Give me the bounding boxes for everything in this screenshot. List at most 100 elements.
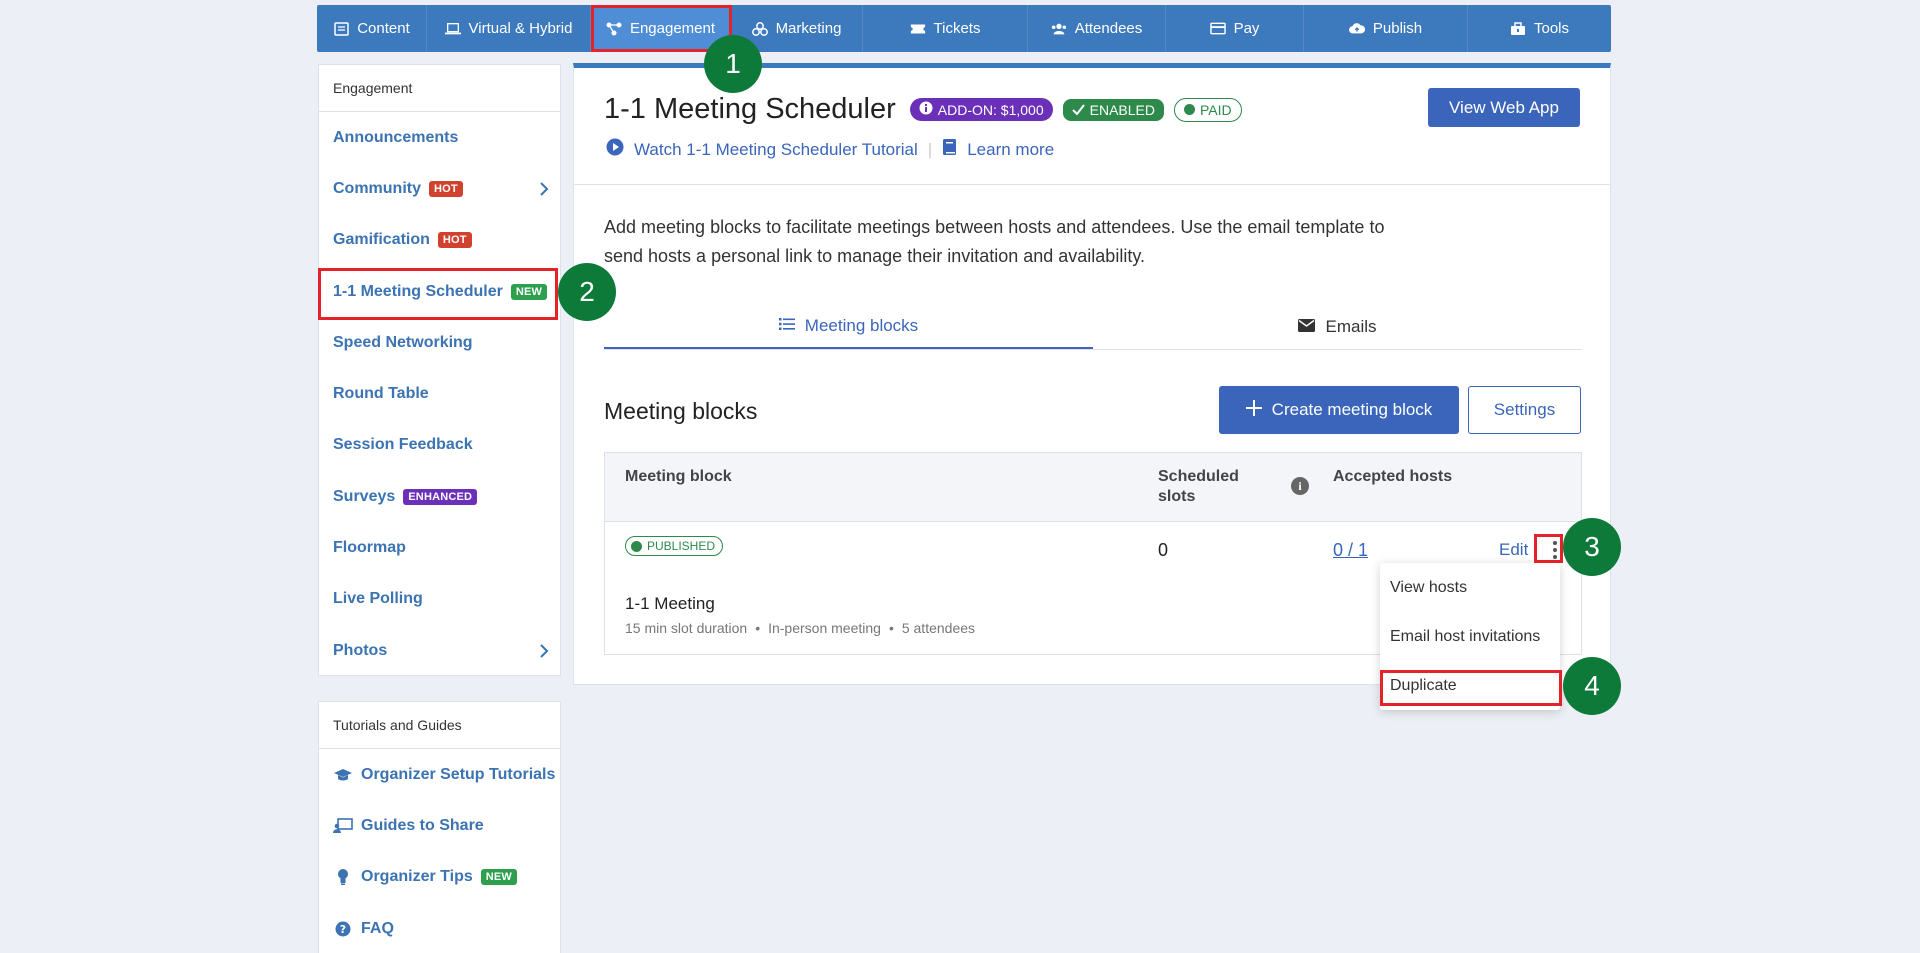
nav-pay[interactable]: Pay xyxy=(1166,5,1304,52)
paid-label: PAID xyxy=(1199,101,1232,118)
page-title: 1-1 Meeting Scheduler xyxy=(604,93,896,125)
tab-label: Emails xyxy=(1325,316,1377,336)
meta-bullet: • xyxy=(755,620,761,636)
info-icon xyxy=(919,101,933,118)
nav-attendees-label: Attendees xyxy=(1074,20,1143,37)
sidebar-item-faq[interactable]: ? FAQ xyxy=(319,903,560,953)
sidebar-item-round-table[interactable]: Round Table xyxy=(319,368,560,419)
tab-meeting-blocks[interactable]: Meeting blocks xyxy=(604,304,1093,349)
edit-link[interactable]: Edit xyxy=(1499,540,1528,560)
sidebar-item-label: Gamification xyxy=(333,231,430,249)
sidebar-item-live-polling[interactable]: Live Polling xyxy=(319,574,560,625)
meta-duration: 15 min slot duration xyxy=(625,620,748,636)
nav-tickets[interactable]: Tickets xyxy=(863,5,1028,52)
newspaper-icon xyxy=(333,21,349,37)
chevron-right-icon[interactable] xyxy=(536,643,552,659)
sidebar-item-label: Photos xyxy=(333,641,388,659)
sidebar-item-label: Round Table xyxy=(333,385,429,403)
view-web-app-button[interactable]: View Web App xyxy=(1428,88,1580,127)
top-nav: Content Virtual & Hybrid Engagement Mark… xyxy=(317,5,1611,52)
sidebar-item-label: Session Feedback xyxy=(333,436,473,454)
col-accepted-hosts: Accepted hosts xyxy=(1333,468,1453,485)
sidebar-item-announcements[interactable]: Announcements xyxy=(319,112,560,163)
nav-tickets-label: Tickets xyxy=(933,20,981,37)
sidebar-item-speed-networking[interactable]: Speed Networking xyxy=(319,317,560,368)
credit-card-icon xyxy=(1209,21,1226,37)
chevron-right-icon[interactable] xyxy=(536,181,552,197)
nav-publish[interactable]: Publish xyxy=(1304,5,1468,52)
lightbulb-icon xyxy=(333,867,353,887)
sidebar-item-label: Speed Networking xyxy=(333,333,473,351)
sidebar-item-label: Surveys xyxy=(333,487,396,505)
hot-badge: HOT xyxy=(437,232,472,249)
toolbox-icon xyxy=(1510,21,1526,37)
menu-item-view-hosts[interactable]: View hosts xyxy=(1380,563,1560,612)
bullhorn-icon xyxy=(751,21,768,37)
new-badge: NEW xyxy=(480,869,517,886)
accepted-hosts-link[interactable]: 0 / 1 xyxy=(1333,540,1368,561)
tab-bar: Meeting blocks Emails xyxy=(604,304,1582,350)
meeting-meta: 15 min slot duration • In-person meeting… xyxy=(625,620,975,636)
laptop-icon xyxy=(444,21,461,37)
sidebar-item-organizer-tips[interactable]: Organizer Tips NEW xyxy=(319,852,560,903)
new-badge: NEW xyxy=(510,283,548,300)
sidebar-item-label: Community xyxy=(333,179,421,197)
sidebar-item-guides-share[interactable]: Guides to Share xyxy=(319,800,560,851)
sidebar-item-label: Organizer Setup Tutorials xyxy=(361,765,556,783)
nav-tools[interactable]: Tools xyxy=(1468,5,1611,52)
status-label: PUBLISHED xyxy=(647,539,716,553)
sidebar-item-photos[interactable]: Photos xyxy=(319,625,560,676)
sidebar-item-gamification[interactable]: Gamification HOT xyxy=(319,215,560,266)
envelope-icon xyxy=(1298,317,1316,337)
sidebar-item-label: Organizer Tips xyxy=(361,868,473,886)
network-icon xyxy=(606,21,622,37)
tutorial-link[interactable]: Watch 1-1 Meeting Scheduler Tutorial xyxy=(634,140,918,160)
enhanced-badge: ENHANCED xyxy=(403,488,478,505)
nav-content[interactable]: Content xyxy=(317,5,427,52)
svg-text:?: ? xyxy=(340,923,346,936)
paid-dot-icon xyxy=(1183,104,1195,115)
sidebar-item-setup-tutorials[interactable]: Organizer Setup Tutorials xyxy=(319,749,560,800)
engagement-sidebar: Engagement Announcements Community HOT G… xyxy=(318,64,561,676)
sidebar-item-label: Floormap xyxy=(333,539,406,557)
help-links: Watch 1-1 Meeting Scheduler Tutorial | L… xyxy=(606,138,1054,161)
col-scheduled-line2: slots xyxy=(1158,488,1196,505)
nav-attendees[interactable]: Attendees xyxy=(1028,5,1166,52)
addon-label: ADD-ON: $1,000 xyxy=(937,101,1044,118)
settings-button[interactable]: Settings xyxy=(1468,386,1581,434)
tutorials-sidebar: Tutorials and Guides Organizer Setup Tut… xyxy=(318,701,561,953)
row-actions-menu: View hosts Email host invitations Duplic… xyxy=(1380,563,1560,710)
list-icon xyxy=(778,316,795,336)
sidebar-item-floormap[interactable]: Floormap xyxy=(319,522,560,573)
learn-more-link[interactable]: Learn more xyxy=(967,140,1054,160)
nav-virtual-hybrid[interactable]: Virtual & Hybrid xyxy=(427,5,591,52)
step-marker-2: 2 xyxy=(558,263,616,321)
header-divider xyxy=(574,184,1610,185)
presentation-icon xyxy=(333,816,353,836)
book-icon[interactable] xyxy=(942,138,957,161)
hot-badge: HOT xyxy=(429,180,463,197)
graduation-cap-icon xyxy=(333,765,353,785)
step-marker-1: 1 xyxy=(704,35,762,93)
play-circle-icon[interactable] xyxy=(606,138,624,161)
col-meeting-block: Meeting block xyxy=(625,468,732,485)
menu-item-email-invitations[interactable]: Email host invitations xyxy=(1380,612,1560,661)
sidebar-item-session-feedback[interactable]: Session Feedback xyxy=(319,420,560,471)
sidebar-item-surveys[interactable]: Surveys ENHANCED xyxy=(319,471,560,522)
addon-badge: ADD-ON: $1,000 xyxy=(909,98,1053,121)
info-icon[interactable]: i xyxy=(1291,477,1309,495)
create-meeting-block-button[interactable]: Create meeting block xyxy=(1219,386,1459,434)
sidebar-heading: Engagement xyxy=(319,65,560,112)
tab-emails[interactable]: Emails xyxy=(1093,304,1582,349)
sidebar-item-meeting-scheduler[interactable]: 1-1 Meeting Scheduler NEW xyxy=(319,266,560,317)
menu-item-duplicate[interactable]: Duplicate xyxy=(1380,661,1560,710)
question-circle-icon: ? xyxy=(333,919,353,939)
create-button-label: Create meeting block xyxy=(1271,400,1433,419)
sidebar-item-community[interactable]: Community HOT xyxy=(319,163,560,214)
nav-tools-label: Tools xyxy=(1533,20,1570,37)
sidebar-item-label: Guides to Share xyxy=(361,816,484,834)
cloud-upload-icon xyxy=(1348,21,1365,37)
sidebar-item-label: 1-1 Meeting Scheduler xyxy=(333,282,503,300)
step-marker-4: 4 xyxy=(1563,657,1621,715)
enabled-badge: ENABLED xyxy=(1062,98,1164,121)
